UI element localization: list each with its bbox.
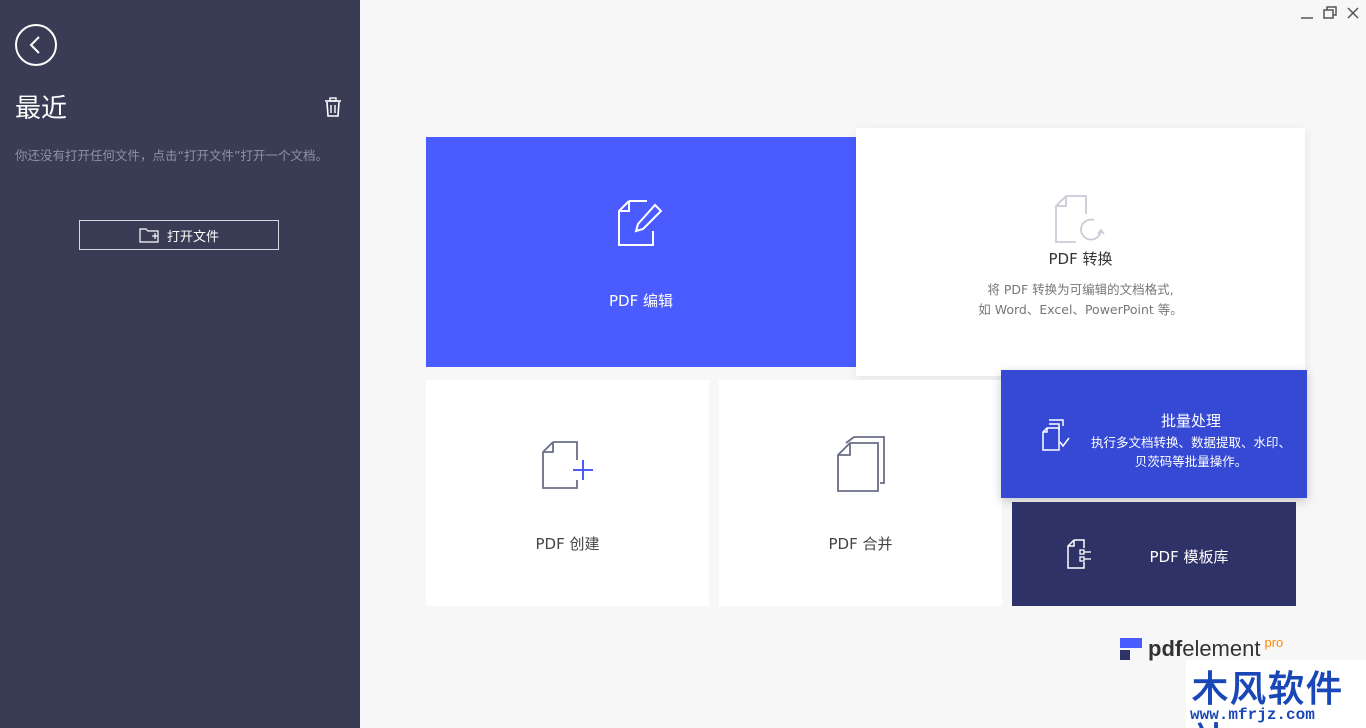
convert-document-icon [1055,195,1105,243]
site-watermark: 木风软件站 www.mfrjz.com [1186,660,1366,728]
close-icon [1347,7,1359,19]
template-document-icon [1067,539,1091,569]
convert-desc-line-2: 如 Word、Excel、PowerPoint 等。 [978,302,1183,317]
edit-document-icon [618,200,663,246]
pdf-merge-tile[interactable]: PDF 合并 [719,380,1002,606]
convert-desc-line-1: 将 PDF 转换为可编辑的文档格式, [987,282,1174,297]
pdf-create-tile[interactable]: PDF 创建 [426,380,709,606]
pdf-template-label: PDF 模板库 [1149,548,1229,566]
back-button[interactable] [15,24,57,66]
restore-icon [1323,6,1337,19]
batch-documents-icon [1042,419,1070,451]
watermark-url: www.mfrjz.com [1190,706,1315,724]
clear-recent-button[interactable] [322,96,344,118]
batch-desc-line-1: 执行多文档转换、数据提取、水印、 [1090,435,1291,450]
pdf-convert-tile[interactable]: PDF 转换 将 PDF 转换为可编辑的文档格式, 如 Word、Excel、P… [856,128,1305,376]
trash-icon [325,97,341,117]
pdfelement-logo: pdfelement pro [1120,635,1284,662]
logo-wordmark: pdfelement [1148,636,1260,662]
logo-brand-bold: pdf [1148,636,1183,661]
pdf-edit-label: PDF 编辑 [609,292,673,310]
batch-process-text: 批量处理 执行多文档转换、数据提取、水印、 贝茨码等批量操作。 [1086,410,1296,471]
open-file-label: 打开文件 [166,229,219,245]
open-file-button[interactable]: 打开文件 [79,220,279,250]
close-button[interactable] [1344,4,1362,22]
minimize-icon [1301,17,1313,19]
empty-recent-message: 你还没有打开任何文件，点击“打开文件”打开一个文档。 [15,148,328,163]
batch-desc-line-2: 贝茨码等批量操作。 [1134,454,1248,469]
chevron-left-icon [29,36,40,54]
page-title: 最近 [15,94,68,124]
pdfelement-logo-icon [1120,638,1142,660]
merge-documents-icon [837,436,885,492]
minimize-button[interactable] [1298,4,1316,22]
create-document-icon [542,441,593,489]
recent-sidebar: 最近 你还没有打开任何文件，点击“打开文件”打开一个文档。 打开文件 [0,0,360,728]
batch-process-tile[interactable]: 批量处理 执行多文档转换、数据提取、水印、 贝茨码等批量操作。 [1001,370,1307,498]
batch-process-label: 批量处理 [1160,412,1221,430]
folder-icon [139,228,159,243]
logo-brand-rest: element [1182,636,1261,661]
pdf-convert-description: 将 PDF 转换为可编辑的文档格式, 如 Word、Excel、PowerPoi… [856,280,1305,320]
logo-edition: pro [1264,635,1284,650]
pdf-edit-tile[interactable]: PDF 编辑 [426,137,856,367]
maximize-button[interactable] [1321,4,1339,22]
pdf-merge-label: PDF 合并 [828,535,893,553]
pdf-convert-label: PDF 转换 [1048,250,1113,268]
pdf-create-label: PDF 创建 [535,535,600,553]
pdf-template-tile[interactable]: PDF 模板库 [1012,502,1296,606]
